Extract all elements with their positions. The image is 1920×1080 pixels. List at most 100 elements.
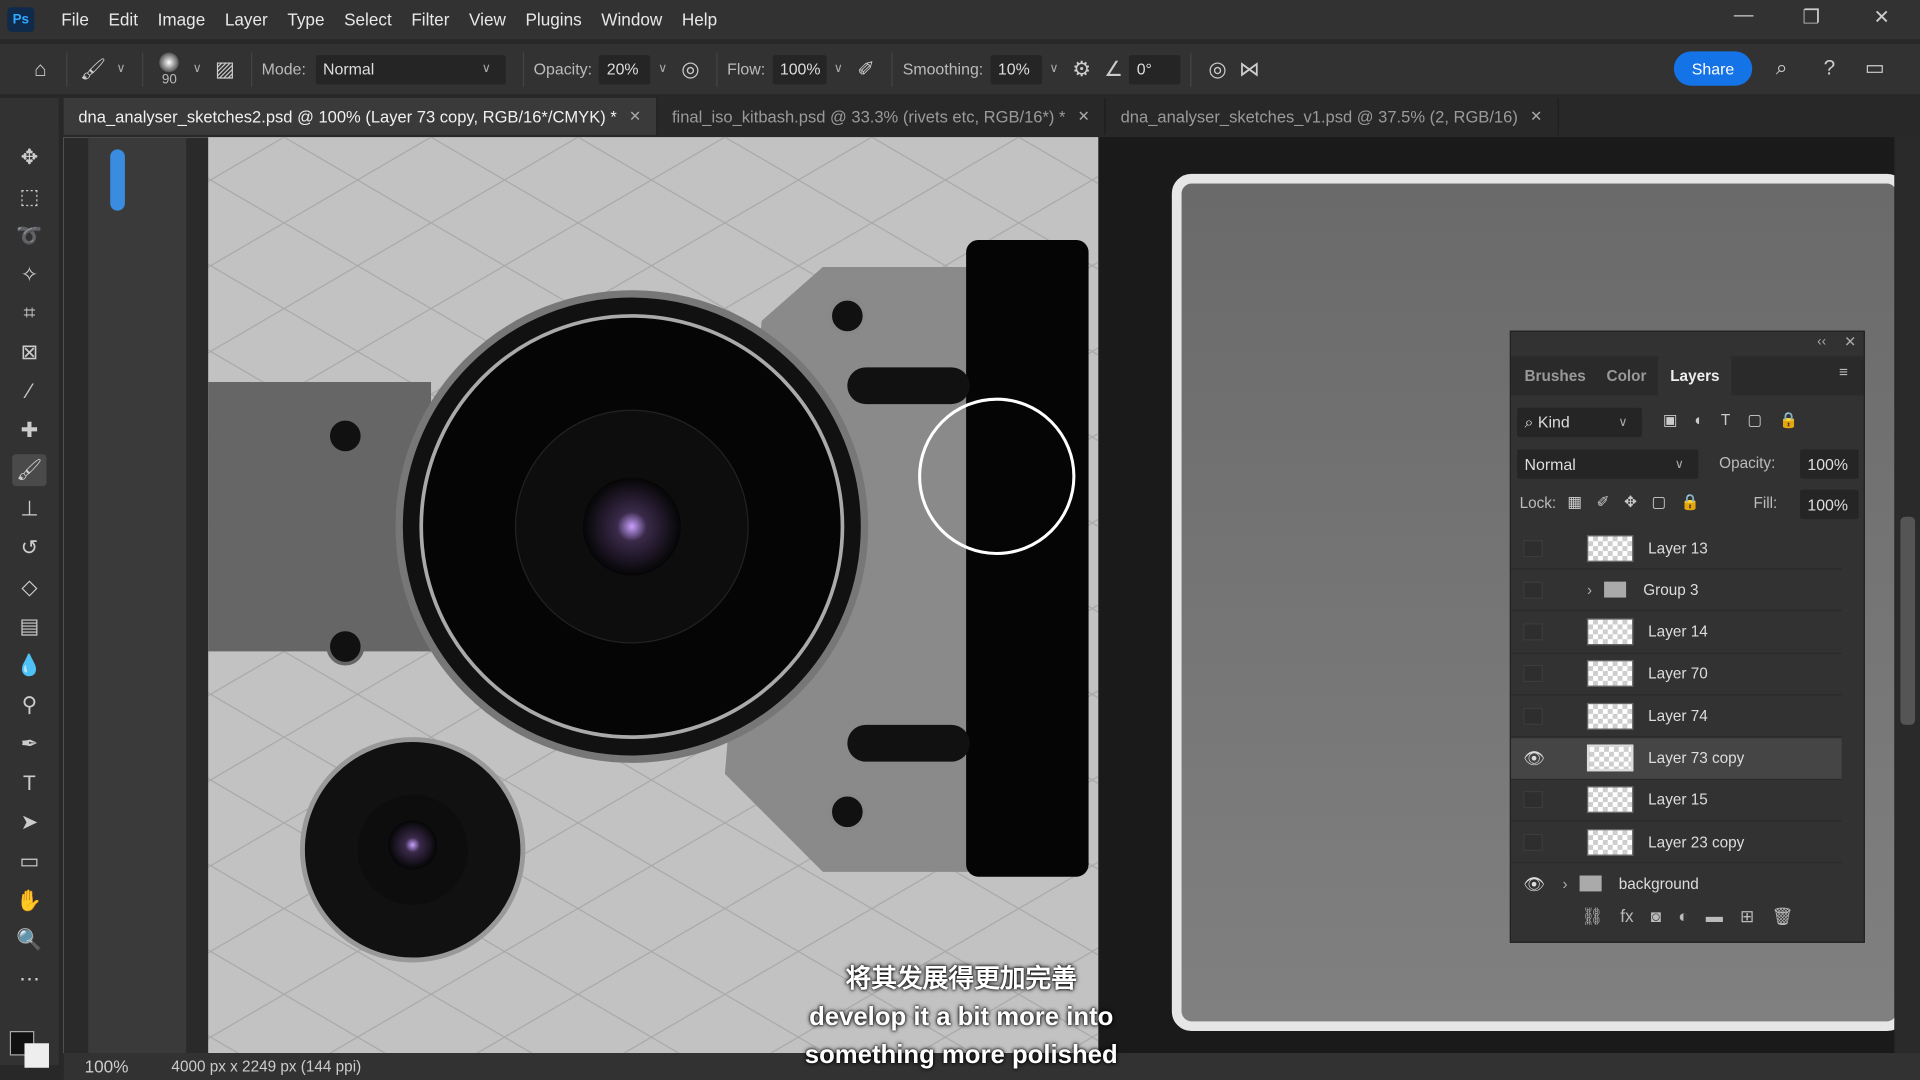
share-button[interactable]: Share (1673, 51, 1753, 86)
expand-chevron-icon[interactable]: › (1562, 875, 1567, 892)
close-window-button[interactable]: ✕ (1873, 5, 1889, 29)
dodge-tool-icon[interactable]: ⚲ (12, 689, 46, 721)
menu-type[interactable]: Type (278, 10, 335, 30)
crop-tool-icon[interactable]: ⌗ (12, 298, 46, 330)
close-panel-icon[interactable]: ✕ (1844, 333, 1856, 350)
pressure-opacity-icon[interactable]: ◎ (674, 57, 706, 81)
filter-icons[interactable]: ▣◐T▢🔒 (1663, 410, 1815, 430)
zoom-level[interactable]: 100% (64, 1057, 150, 1077)
layer-row[interactable]: 👁 › background (1511, 864, 1842, 893)
menu-filter[interactable]: Filter (402, 10, 460, 30)
smoothing-input[interactable]: 10% (990, 54, 1043, 84)
brush-size-picker[interactable]: 90 (153, 52, 185, 86)
filter-kind-select[interactable]: ⌕ Kind ∨ (1517, 407, 1643, 438)
rectangle-tool-icon[interactable]: ▭ (12, 846, 46, 878)
gear-icon[interactable]: ⚙ (1066, 57, 1098, 81)
layer-opacity-input[interactable]: 100% (1800, 449, 1859, 479)
visibility-toggle[interactable] (1523, 791, 1543, 809)
path-select-icon[interactable]: ➤ (12, 807, 46, 839)
search-icon[interactable]: ⌕ (1766, 56, 1798, 80)
menu-help[interactable]: Help (672, 10, 727, 30)
pressure-size-icon[interactable]: ◎ (1202, 57, 1234, 81)
layer-row[interactable]: Layer 14 (1511, 612, 1842, 654)
minimize-button[interactable]: — (1734, 5, 1754, 27)
frame-tool-icon[interactable]: ⊠ (12, 337, 46, 369)
close-tab-icon[interactable]: ✕ (1078, 108, 1090, 125)
link-layers-icon[interactable]: ⛓ (1581, 906, 1603, 927)
opacity-input[interactable]: 20% (599, 54, 651, 84)
eye-icon[interactable]: 👁 (1523, 749, 1545, 766)
zoom-tool-icon[interactable]: 🔍 (12, 924, 46, 956)
eraser-icon[interactable]: ◇ (12, 572, 46, 604)
mode-select[interactable]: Normal ∨ (315, 54, 506, 84)
help-icon[interactable]: ? (1813, 56, 1845, 80)
menu-layer[interactable]: Layer (215, 10, 277, 30)
visibility-toggle[interactable] (1523, 833, 1543, 851)
visibility-toggle[interactable] (1523, 623, 1543, 641)
collapse-panel-icon[interactable]: ‹‹ (1817, 334, 1826, 349)
menu-image[interactable]: Image (148, 10, 215, 30)
panel-menu-icon[interactable]: ≡ (1839, 364, 1848, 381)
symmetry-icon[interactable]: ⋈ (1233, 57, 1265, 81)
visibility-toggle[interactable] (1523, 665, 1543, 683)
gradient-icon[interactable]: ▤ (12, 611, 46, 643)
tab-layers[interactable]: Layers (1657, 356, 1732, 396)
close-tab-icon[interactable]: ✕ (1530, 108, 1542, 125)
magic-wand-icon[interactable]: ✧ (12, 260, 46, 292)
type-tool-icon[interactable]: T (12, 768, 46, 800)
blur-tool-icon[interactable]: 💧 (12, 650, 46, 682)
delete-layer-icon[interactable]: 🗑 (1772, 906, 1794, 927)
menu-window[interactable]: Window (592, 10, 673, 30)
background-color-swatch[interactable] (24, 1043, 49, 1068)
menu-edit[interactable]: Edit (99, 10, 148, 30)
close-tab-icon[interactable]: ✕ (629, 108, 641, 125)
fx-icon[interactable]: fx (1620, 906, 1633, 926)
marquee-tool-icon[interactable]: ⬚ (12, 181, 46, 213)
tab-dna-analyser-sketches-v1[interactable]: dna_analyser_sketches_v1.psd @ 37.5% (2,… (1106, 97, 1559, 135)
layer-row[interactable]: Layer 70 (1511, 654, 1842, 696)
layer-row[interactable]: Layer 15 (1511, 780, 1842, 822)
tab-final-iso-kitbash[interactable]: final_iso_kitbash.psd @ 33.3% (rivets et… (657, 97, 1106, 135)
vertical-scrollbar[interactable] (1895, 137, 1920, 1054)
visibility-toggle[interactable] (1523, 707, 1543, 725)
home-icon[interactable]: ⌂ (24, 57, 56, 81)
menu-view[interactable]: View (459, 10, 515, 30)
layer-row[interactable]: Layer 74 (1511, 696, 1842, 738)
add-mask-icon[interactable]: ◙ (1651, 906, 1661, 926)
menu-select[interactable]: Select (334, 10, 401, 30)
eye-icon[interactable]: 👁 (1523, 875, 1545, 892)
lock-icons[interactable]: ▦✐✥▢🔒 (1567, 492, 1714, 512)
workspace-icon[interactable]: ▭ (1859, 56, 1891, 80)
angle-input[interactable]: 0° (1129, 54, 1181, 84)
layer-row[interactable]: 👁 Layer 73 copy (1511, 737, 1842, 780)
brush-settings-icon[interactable]: ▨ (209, 57, 241, 81)
lasso-tool-icon[interactable]: ➰ (12, 220, 46, 252)
new-group-icon[interactable]: ▬ (1706, 906, 1723, 926)
fill-input[interactable]: 100% (1800, 489, 1859, 520)
hand-tool-icon[interactable]: ✋ (12, 885, 46, 917)
airbrush-icon[interactable]: ✐ (850, 57, 882, 81)
adjustment-layer-icon[interactable]: ◐ (1678, 906, 1688, 926)
blend-mode-select[interactable]: Normal ∨ (1517, 449, 1699, 479)
history-brush-icon[interactable]: ↺ (12, 533, 46, 565)
layer-row[interactable]: Layer 13 (1511, 528, 1842, 570)
eyedropper-icon[interactable]: ⁄ (12, 376, 46, 408)
canvas-artwork[interactable] (63, 137, 1099, 1054)
brush-tool-icon[interactable]: 🖌 (12, 454, 47, 487)
flow-input[interactable]: 100% (772, 54, 827, 84)
brush-preset-icon[interactable]: 🖌 (77, 57, 109, 81)
layer-row[interactable]: › Group 3 (1511, 570, 1842, 612)
visibility-toggle[interactable] (1523, 581, 1543, 599)
healing-brush-icon[interactable]: ✚ (12, 415, 46, 447)
layer-row[interactable]: Layer 23 copy (1511, 822, 1842, 864)
pen-tool-icon[interactable]: ✒ (12, 729, 46, 761)
move-tool-icon[interactable]: ✥ (12, 142, 46, 174)
menu-plugins[interactable]: Plugins (516, 10, 592, 30)
more-tools-icon[interactable]: ⋯ (12, 964, 46, 996)
restore-button[interactable]: ❐ (1802, 5, 1820, 29)
stamp-tool-icon[interactable]: ⊥ (12, 493, 46, 525)
menu-file[interactable]: File (51, 10, 98, 30)
tab-brushes[interactable]: Brushes (1524, 356, 1585, 395)
tab-color[interactable]: Color (1607, 356, 1647, 395)
new-layer-icon[interactable]: ⊞ (1740, 906, 1754, 927)
